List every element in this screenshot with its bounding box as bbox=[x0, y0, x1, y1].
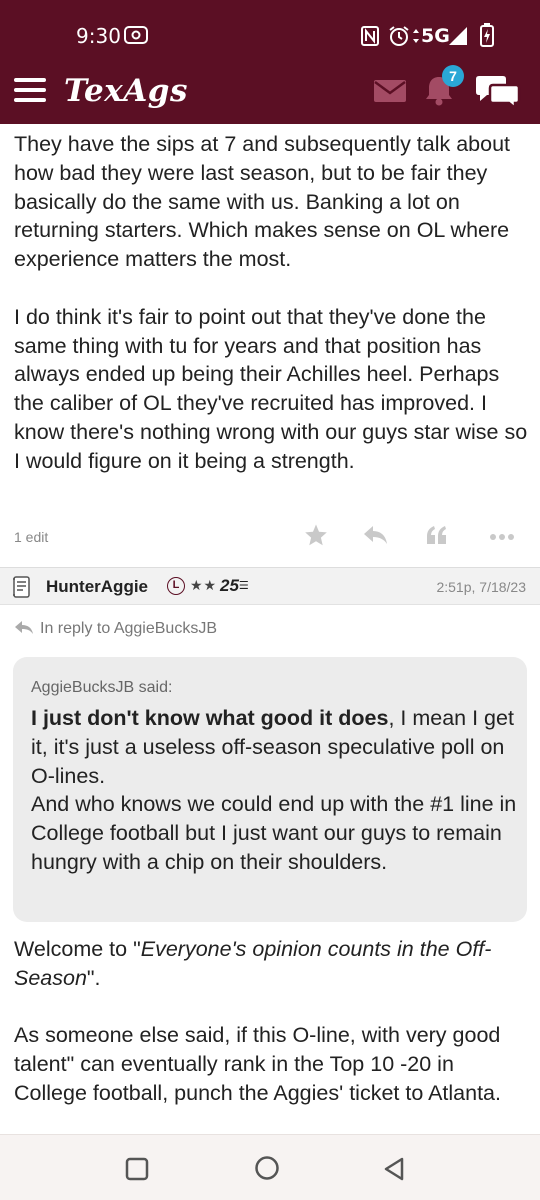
reply-paragraph: Welcome to "Everyone's opinion counts in… bbox=[14, 937, 492, 990]
alarm-icon bbox=[388, 25, 410, 52]
edit-count[interactable]: 1 edit bbox=[14, 529, 48, 545]
reply-timestamp: 2:51p, 7/18/23 bbox=[436, 579, 526, 595]
reply-paragraph: As someone else said, if this O-line, wi… bbox=[14, 1023, 501, 1105]
in-reply-to-link[interactable]: In reply to AggieBucksJB bbox=[14, 620, 217, 638]
mail-icon[interactable] bbox=[373, 79, 407, 108]
status-bar: 9:30 5G bbox=[0, 0, 540, 56]
screen-record-icon bbox=[124, 26, 148, 49]
lifetime-badge: L bbox=[167, 577, 185, 595]
in-reply-to-text: In reply to AggieBucksJB bbox=[40, 620, 217, 637]
post-paragraph: They have the sips at 7 and subsequently… bbox=[14, 132, 511, 272]
data-arrows-icon bbox=[412, 28, 420, 49]
system-nav-bar bbox=[0, 1134, 540, 1200]
post-body: They have the sips at 7 and subsequently… bbox=[14, 130, 530, 476]
more-icon[interactable] bbox=[489, 529, 515, 547]
user-rank: 25☰ bbox=[220, 576, 249, 595]
quote-bold-text: I just don't know what good it does bbox=[31, 706, 389, 730]
reply-header: HunterAggie L ★★ 25☰ 2:51p, 7/18/23 bbox=[0, 567, 540, 605]
chat-icon[interactable] bbox=[475, 73, 521, 114]
back-icon[interactable] bbox=[382, 1156, 406, 1187]
texags-logo[interactable]: TexAgs bbox=[64, 73, 188, 109]
quote-text: I just don't know what good it does, I m… bbox=[31, 704, 517, 877]
reply-body: Welcome to "Everyone's opinion counts in… bbox=[14, 935, 530, 1108]
nfc-icon bbox=[361, 26, 379, 51]
notification-badge[interactable]: 7 bbox=[442, 65, 464, 87]
post-paragraph: I do think it's fair to point out that t… bbox=[14, 304, 528, 473]
network-type: 5G bbox=[421, 25, 450, 47]
quote-block: AggieBucksJB said: I just don't know wha… bbox=[13, 657, 527, 922]
user-document-icon bbox=[12, 575, 32, 604]
recents-icon[interactable] bbox=[125, 1157, 149, 1186]
menu-icon[interactable] bbox=[14, 78, 46, 102]
reply-arrow-icon bbox=[15, 621, 33, 634]
reply-icon[interactable] bbox=[363, 523, 389, 552]
signal-icon bbox=[448, 26, 468, 51]
battery-charging-icon bbox=[480, 23, 494, 52]
quote-author[interactable]: AggieBucksJB said: bbox=[31, 679, 172, 697]
reply-username[interactable]: HunterAggie bbox=[46, 577, 148, 597]
status-time: 9:30 bbox=[76, 24, 121, 48]
quote-text-2: And who knows we could end up with the #… bbox=[31, 792, 517, 874]
quote-icon[interactable] bbox=[425, 523, 449, 552]
home-icon[interactable] bbox=[254, 1155, 280, 1186]
user-stars: ★★ bbox=[190, 577, 218, 593]
star-icon[interactable] bbox=[304, 523, 328, 552]
app-bar: TexAgs 7 bbox=[0, 56, 540, 124]
post-actions: 1 edit bbox=[0, 520, 540, 554]
